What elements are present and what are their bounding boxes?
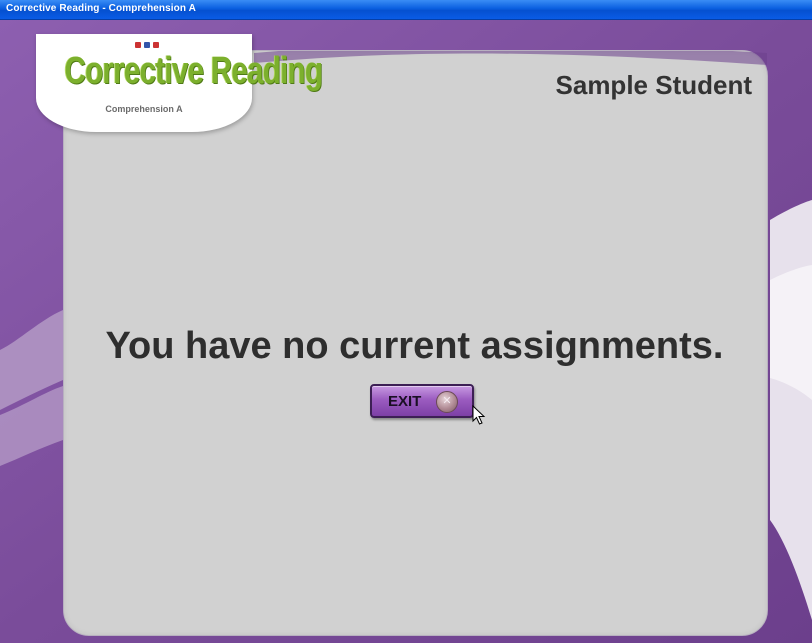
publisher-logo-icon [135, 42, 159, 48]
app-canvas: Corrective Reading Comprehension A Sampl… [0, 20, 812, 643]
logo-badge: Corrective Reading Comprehension A [36, 34, 323, 132]
close-circle-icon: ✕ [436, 391, 458, 413]
application-window: Corrective Reading - Comprehension A Cor… [0, 0, 812, 643]
logo-subtitle: Comprehension A [105, 104, 183, 114]
mouse-pointer-icon [472, 405, 486, 425]
logo-title: Corrective Reading [64, 50, 323, 92]
exit-button-label: EXIT [388, 393, 422, 410]
exit-button[interactable]: EXIT ✕ [370, 384, 474, 418]
title-bar[interactable]: Corrective Reading - Comprehension A [0, 0, 812, 20]
no-assignments-message: You have no current assignments. [105, 325, 724, 367]
window-title: Corrective Reading - Comprehension A [6, 3, 196, 14]
student-name: Sample Student [555, 70, 752, 100]
